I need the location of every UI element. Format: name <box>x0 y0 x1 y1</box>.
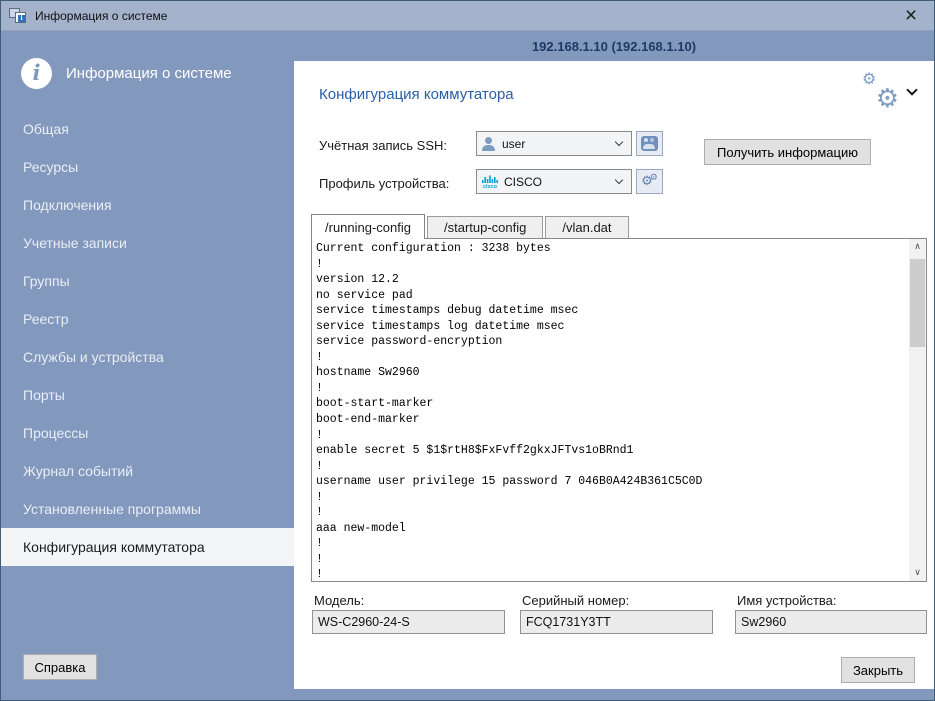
device-profile-label: Профиль устройства: <box>319 176 449 191</box>
chevron-down-icon <box>615 138 623 146</box>
manage-accounts-button[interactable] <box>636 131 663 156</box>
settings-dropdown-button[interactable]: ⚙ ⚙ <box>860 73 918 109</box>
host-header: 192.168.1.10 (192.168.1.10) <box>294 32 934 61</box>
sidebar-nav: Общая Ресурсы Подключения Учетные записи… <box>1 110 294 566</box>
sidebar-item-registry[interactable]: Реестр <box>1 300 294 338</box>
window-title: Информация о системе <box>35 9 167 23</box>
config-textarea[interactable]: Current configuration : 3238 bytes ! ver… <box>311 238 927 582</box>
page-title: Конфигурация коммутатора <box>319 86 514 103</box>
help-button[interactable]: Справка <box>23 654 97 680</box>
close-button[interactable]: Закрыть <box>841 657 915 683</box>
scroll-down-icon[interactable]: ∨ <box>909 565 926 581</box>
app-icon: i <box>9 8 26 23</box>
sidebar-item-services-devices[interactable]: Службы и устройства <box>1 338 294 376</box>
tab-vlan-dat[interactable]: /vlan.dat <box>545 216 628 238</box>
tab-running-config[interactable]: /running-config <box>311 214 425 239</box>
device-name-field[interactable]: Sw2960 <box>735 610 927 634</box>
gears-icon: ⚙ <box>650 173 658 183</box>
sidebar-item-processes[interactable]: Процессы <box>1 414 294 452</box>
tab-startup-config[interactable]: /startup-config <box>427 216 543 238</box>
scroll-up-icon[interactable]: ∧ <box>909 239 926 255</box>
svg-text:cisco: cisco <box>483 184 498 189</box>
config-scrollbar[interactable]: ∧ ∨ <box>909 239 926 581</box>
config-text[interactable]: Current configuration : 3238 bytes ! ver… <box>316 241 906 580</box>
sidebar-header: i Информация о системе <box>1 32 294 89</box>
scrollbar-thumb[interactable] <box>910 259 925 347</box>
users-icon <box>641 136 658 151</box>
get-information-button[interactable]: Получить информацию <box>704 139 871 165</box>
config-file-tabs: /running-config /startup-config /vlan.da… <box>311 213 631 238</box>
main-area: 192.168.1.10 (192.168.1.10) Конфигурация… <box>294 32 934 700</box>
sidebar-item-installed-programs[interactable]: Установленные программы <box>1 490 294 528</box>
sidebar-item-event-log[interactable]: Журнал событий <box>1 452 294 490</box>
sidebar-item-groups[interactable]: Группы <box>1 262 294 300</box>
info-icon: i <box>21 58 52 89</box>
chevron-down-icon <box>615 176 623 184</box>
cisco-logo-icon: cisco <box>482 175 498 189</box>
model-label: Модель: <box>314 593 364 608</box>
sidebar-item-resources[interactable]: Ресурсы <box>1 148 294 186</box>
sidebar: i Информация о системе Общая Ресурсы Под… <box>1 32 294 700</box>
close-icon: × <box>905 4 917 28</box>
content-panel: Конфигурация коммутатора ⚙ ⚙ Учётная зап… <box>294 61 934 689</box>
system-info-window: i Информация о системе × i Информация о … <box>0 0 935 701</box>
sidebar-item-connections[interactable]: Подключения <box>1 186 294 224</box>
gears-icon: ⚙ ⚙ <box>860 73 902 109</box>
sidebar-item-accounts[interactable]: Учетные записи <box>1 224 294 262</box>
serial-number-field[interactable]: FCQ1731Y3TT <box>520 610 713 634</box>
device-name-label: Имя устройства: <box>737 593 837 608</box>
app-title: Информация о системе <box>66 65 232 82</box>
close-window-button[interactable]: × <box>888 1 934 30</box>
user-icon <box>482 137 496 151</box>
device-profile-select[interactable]: cisco CISCO <box>476 169 632 194</box>
ssh-account-select[interactable]: user <box>476 131 632 156</box>
sidebar-item-general[interactable]: Общая <box>1 110 294 148</box>
sidebar-item-ports[interactable]: Порты <box>1 376 294 414</box>
ssh-account-label: Учётная запись SSH: <box>319 138 447 153</box>
chevron-down-icon <box>906 84 917 95</box>
sidebar-item-switch-configuration[interactable]: Конфигурация коммутатора <box>1 528 294 566</box>
manage-profiles-button[interactable]: ⚙ ⚙ <box>636 169 663 194</box>
device-profile-value: CISCO <box>504 175 542 189</box>
ssh-account-value: user <box>502 137 525 151</box>
model-field[interactable]: WS-C2960-24-S <box>312 610 505 634</box>
title-bar: i Информация о системе × <box>1 1 934 31</box>
serial-number-label: Серийный номер: <box>522 593 629 608</box>
